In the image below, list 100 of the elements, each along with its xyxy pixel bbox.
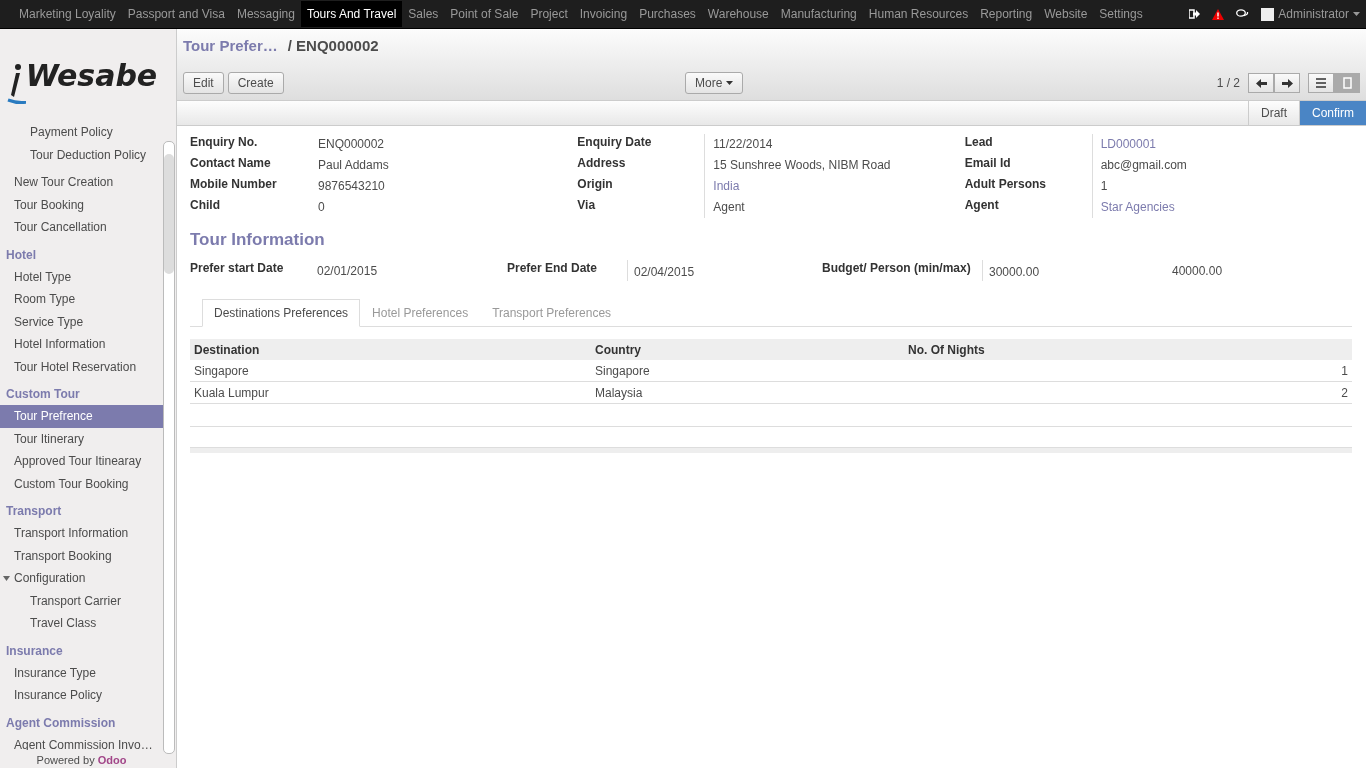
sidebar-section-header: Agent Commission <box>5 714 117 732</box>
field-link[interactable]: India <box>704 176 965 197</box>
view-switch-button[interactable] <box>1334 73 1360 93</box>
field-value: 15 Sunshree Woods, NIBM Road <box>704 155 965 176</box>
field-value: 40000.00 <box>1172 263 1224 278</box>
sidebar-item[interactable]: Transport Booking <box>0 544 163 567</box>
sidebar-item[interactable]: Tour Deduction Policy <box>0 143 163 166</box>
menu-item[interactable]: Manufacturing <box>774 1 863 27</box>
arrow-left-icon <box>1255 78 1267 88</box>
table-cell: 1 <box>904 360 1352 382</box>
menu-item[interactable]: Invoicing <box>573 1 634 27</box>
field-label: Contact Name <box>190 155 272 172</box>
warning-icon[interactable] <box>1212 8 1225 20</box>
scrollbar[interactable] <box>163 141 175 754</box>
field-label: Child <box>190 197 221 214</box>
field-value: ENQ000002 <box>317 136 386 153</box>
field-value: 02/01/2015 <box>317 263 379 278</box>
field-value: 0 <box>317 199 326 216</box>
field-label: Origin <box>577 176 614 193</box>
sidebar-item[interactable]: Configuration <box>0 567 163 590</box>
sidebar-item[interactable]: Tour Prefrence <box>0 405 163 428</box>
sidebar-item[interactable]: New Tour Creation <box>0 171 163 194</box>
pager-text: 1 / 2 <box>1216 76 1240 90</box>
powered-by-text: Powered by Odoo <box>36 753 127 768</box>
menu-item[interactable]: Warehouse <box>701 1 775 27</box>
menu-item[interactable]: Purchases <box>633 1 702 27</box>
menu-item[interactable]: Project <box>524 1 574 27</box>
more-button[interactable]: More <box>685 72 744 94</box>
field-value: 11/22/2014 <box>704 134 965 155</box>
column-header: Destination <box>190 339 591 360</box>
field-label: Via <box>577 197 597 214</box>
sidebar-item[interactable]: Payment Policy <box>0 121 163 144</box>
menu-item[interactable]: Tours And Travel <box>300 1 403 27</box>
breadcrumb-link[interactable]: Tour Prefer… <box>183 37 278 57</box>
menu-item[interactable]: Passport and Visa <box>121 1 231 27</box>
column-header: Country <box>591 339 904 360</box>
field-link[interactable]: Star Agencies <box>1091 197 1352 218</box>
sidebar-item[interactable]: Service Type <box>0 310 163 333</box>
field-link[interactable]: LD000001 <box>1091 134 1352 155</box>
tab[interactable]: Destinations Preferences <box>202 299 361 327</box>
sidebar-item[interactable]: Travel Class <box>0 612 163 635</box>
section-title: Tour Information <box>190 230 326 250</box>
sidebar-item[interactable]: Custom Tour Booking <box>0 472 163 495</box>
field-label: Adult Persons <box>964 176 1047 193</box>
menu-item[interactable]: Settings <box>1093 1 1149 27</box>
field-label: Mobile Number <box>190 176 278 193</box>
sidebar-item[interactable]: Tour Itinerary <box>0 427 163 450</box>
previous-button[interactable] <box>1248 73 1274 93</box>
menu-item[interactable]: Point of Sale <box>444 1 525 27</box>
caret-icon <box>3 575 10 581</box>
sidebar-section-header: Transport <box>5 503 63 520</box>
menu-item[interactable]: Human Resources <box>862 1 975 27</box>
sidebar-item[interactable]: Hotel Type <box>0 265 163 288</box>
table-cell: Malaysia <box>591 381 904 404</box>
sidebar-item[interactable]: Tour Booking <box>0 193 163 216</box>
field-value: 1 <box>1091 176 1352 197</box>
field-label: Address <box>577 155 627 172</box>
field-label: Enquiry Date <box>577 134 653 151</box>
field-value: 30000.00 <box>982 260 1172 281</box>
sidebar-item[interactable]: Tour Hotel Reservation <box>0 355 163 378</box>
status-stage[interactable]: Confirm <box>1299 101 1366 125</box>
sidebar-item[interactable]: Hotel Information <box>0 333 163 356</box>
table-cell: Singapore <box>591 360 904 382</box>
field-value: Agent <box>704 197 965 218</box>
sidebar-section-header: Hotel <box>5 246 37 264</box>
menu-item[interactable]: Messaging <box>230 1 301 27</box>
field-value: abc@gmail.com <box>1091 155 1352 176</box>
logo: Wesabe <box>0 29 163 121</box>
sidebar-item[interactable]: Transport Carrier <box>0 589 163 612</box>
field-label: Email Id <box>964 155 1012 172</box>
breadcrumb-current: / ENQ000002 <box>287 37 379 56</box>
sidebar-item[interactable]: Insurance Policy <box>0 684 163 707</box>
caret-icon <box>726 81 734 85</box>
chat-icon[interactable] <box>1236 9 1250 19</box>
sidebar-section-header: Insurance <box>5 642 64 660</box>
menu-item[interactable]: Website <box>1038 1 1094 27</box>
status-stage[interactable]: Draft <box>1247 101 1299 125</box>
logout-icon[interactable] <box>1189 9 1201 19</box>
toolbar-button[interactable]: Edit <box>183 72 224 94</box>
table-cell: Singapore <box>190 360 591 382</box>
menu-item[interactable]: Sales <box>402 1 445 27</box>
caret-icon <box>1353 12 1360 16</box>
view-switch-button[interactable] <box>1308 73 1334 93</box>
field-value: Paul Addams <box>317 157 390 174</box>
field-value: 9876543210 <box>317 178 386 195</box>
next-button[interactable] <box>1274 73 1300 93</box>
menu-item[interactable]: Reporting <box>974 1 1039 27</box>
table-cell: Kuala Lumpur <box>190 381 591 404</box>
sidebar-item[interactable]: Approved Tour Itinearay <box>0 450 163 473</box>
user-menu[interactable]: Administrator <box>1261 7 1360 21</box>
sidebar-item[interactable]: Room Type <box>0 288 163 311</box>
toolbar-button[interactable]: Create <box>227 72 284 94</box>
menu-item[interactable]: Marketing Loyality <box>13 1 122 27</box>
sidebar-item[interactable]: Transport Information <box>0 522 163 545</box>
field-label: Lead <box>964 134 994 151</box>
sidebar-item[interactable]: Tour Cancellation <box>0 216 163 239</box>
arrow-right-icon <box>1281 78 1293 88</box>
sidebar-item[interactable]: Insurance Type <box>0 661 163 684</box>
table-cell: 2 <box>904 381 1352 404</box>
field-value: 02/04/2015 <box>627 260 822 281</box>
